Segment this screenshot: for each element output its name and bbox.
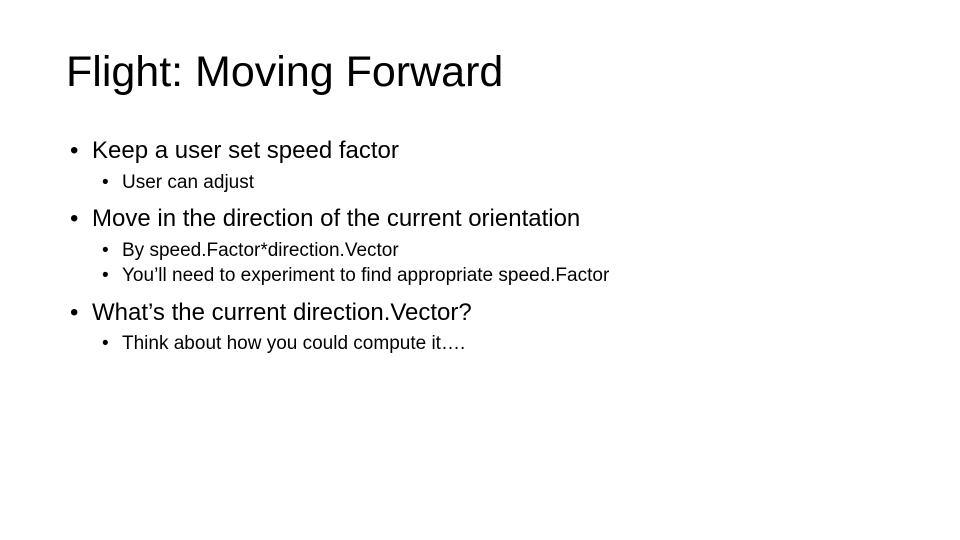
bullet-item: Move in the direction of the current ori… [66, 203, 900, 235]
bullet-block-2: What’s the current direction.Vector? Thi… [66, 297, 900, 357]
sub-bullet-item: By speed.Factor*direction.Vector [66, 238, 900, 264]
sub-bullet-item: User can adjust [66, 170, 900, 196]
slide: Flight: Moving Forward Keep a user set s… [0, 0, 960, 540]
bullet-block-0: Keep a user set speed factor User can ad… [66, 135, 900, 195]
sub-bullet-item: Think about how you could compute it…. [66, 331, 900, 357]
bullet-list: Move in the direction of the current ori… [66, 203, 900, 235]
bullet-block-1: Move in the direction of the current ori… [66, 203, 900, 289]
bullet-item: What’s the current direction.Vector? [66, 297, 900, 329]
slide-title: Flight: Moving Forward [66, 50, 900, 95]
sub-bullet-list: By speed.Factor*direction.Vector You’ll … [66, 238, 900, 289]
sub-bullet-list: User can adjust [66, 170, 900, 196]
bullet-item: Keep a user set speed factor [66, 135, 900, 167]
bullet-list: What’s the current direction.Vector? [66, 297, 900, 329]
sub-bullet-item: You’ll need to experiment to find approp… [66, 263, 900, 289]
bullet-list: Keep a user set speed factor [66, 135, 900, 167]
sub-bullet-list: Think about how you could compute it…. [66, 331, 900, 357]
